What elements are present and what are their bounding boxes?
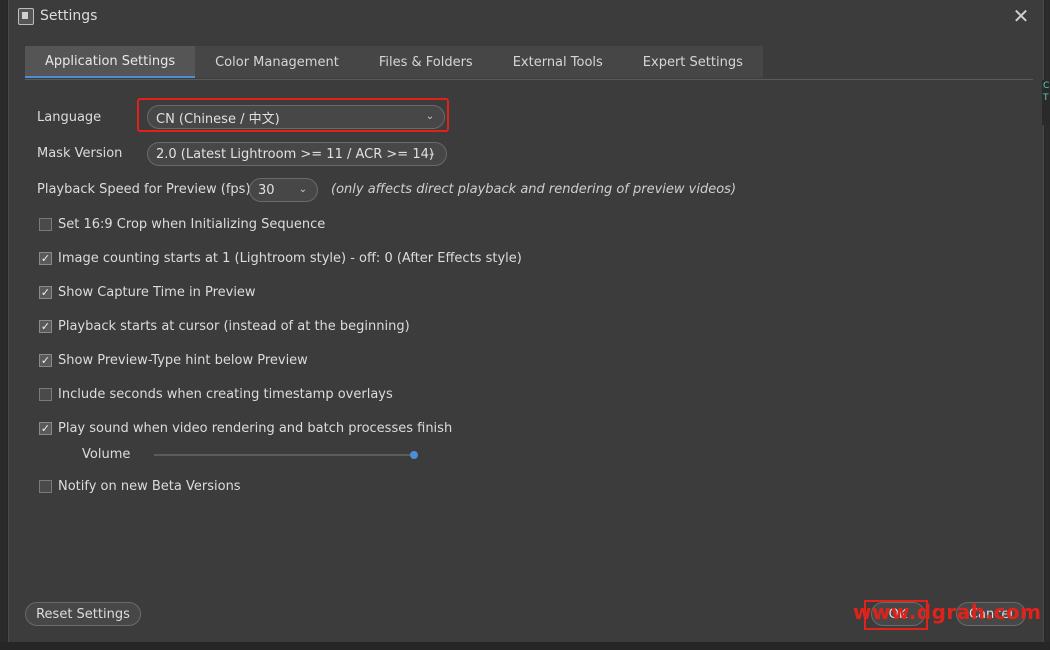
volume-slider-track[interactable] [154,454,416,456]
tab-expert-settings[interactable]: Expert Settings [622,46,763,78]
tab-external-tools[interactable]: External Tools [492,46,623,78]
playback-speed-value: 30 [258,182,275,198]
tab-bar: Application Settings Color Management Fi… [25,46,1033,80]
watermark: www.dgrah.com [853,600,1042,624]
tab-files-folders[interactable]: Files & Folders [358,46,493,78]
volume-label: Volume [82,447,131,462]
chevron-down-icon: ⌄ [427,147,437,159]
tab-application-settings[interactable]: Application Settings [25,46,196,78]
playback-speed-label: Playback Speed for Preview (fps) [37,182,251,197]
mask-version-label: Mask Version [37,146,123,161]
language-highlight-box [137,98,449,132]
checkbox-play-sound[interactable]: Play sound when video rendering and batc… [39,421,452,436]
language-label: Language [37,110,102,125]
checkbox-capture-time[interactable]: Show Capture Time in Preview [39,285,256,300]
checkbox-playback-cursor[interactable]: Playback starts at cursor (instead of at… [39,319,410,334]
background-app-edge: C T [1042,80,1050,125]
checkbox-crop-16-9[interactable]: Set 16:9 Crop when Initializing Sequence [39,217,325,232]
checkbox-label: Play sound when video rendering and batc… [58,421,453,436]
checkbox-label: Include seconds when creating timestamp … [58,387,393,402]
checkbox-image-counting[interactable]: Image counting starts at 1 (Lightroom st… [39,251,522,266]
background-strip [0,642,1050,650]
mask-version-select[interactable]: 2.0 (Latest Lightroom >= 11 / ACR >= 14)… [147,142,447,166]
checkbox-box[interactable] [39,354,52,367]
checkbox-label: Show Preview-Type hint below Preview [58,353,308,368]
checkbox-beta-versions[interactable]: Notify on new Beta Versions [39,479,241,494]
reset-settings-button[interactable]: Reset Settings [25,602,141,626]
playback-speed-select[interactable]: 30 ⌄ [249,178,318,202]
app-icon [18,8,34,25]
checkbox-box[interactable] [39,388,52,401]
checkbox-label: Playback starts at cursor (instead of at… [58,319,410,334]
mask-version-value: 2.0 (Latest Lightroom >= 11 / ACR >= 14) [156,146,434,162]
playback-speed-hint: (only affects direct playback and render… [331,182,737,197]
checkbox-include-seconds[interactable]: Include seconds when creating timestamp … [39,387,393,402]
side-text: C [1043,81,1050,91]
checkbox-label: Set 16:9 Crop when Initializing Sequence [58,217,326,232]
tab-color-management[interactable]: Color Management [195,46,359,78]
checkbox-label: Image counting starts at 1 (Lightroom st… [58,251,522,266]
window-title: Settings [40,8,98,24]
checkbox-box[interactable] [39,480,52,493]
title-bar: Settings ✕ [9,0,1043,32]
checkbox-box[interactable] [39,320,52,333]
checkbox-label: Notify on new Beta Versions [58,479,241,494]
checkbox-label: Show Capture Time in Preview [58,285,256,300]
checkbox-box[interactable] [39,252,52,265]
checkbox-box[interactable] [39,422,52,435]
chevron-down-icon: ⌄ [298,183,308,195]
settings-window: Settings ✕ Application Settings Color Ma… [8,0,1044,642]
close-icon[interactable]: ✕ [1009,4,1033,28]
volume-slider-handle[interactable] [410,451,418,459]
side-text: T [1043,93,1049,103]
checkbox-box[interactable] [39,286,52,299]
checkbox-preview-type-hint[interactable]: Show Preview-Type hint below Preview [39,353,308,368]
checkbox-box[interactable] [39,218,52,231]
